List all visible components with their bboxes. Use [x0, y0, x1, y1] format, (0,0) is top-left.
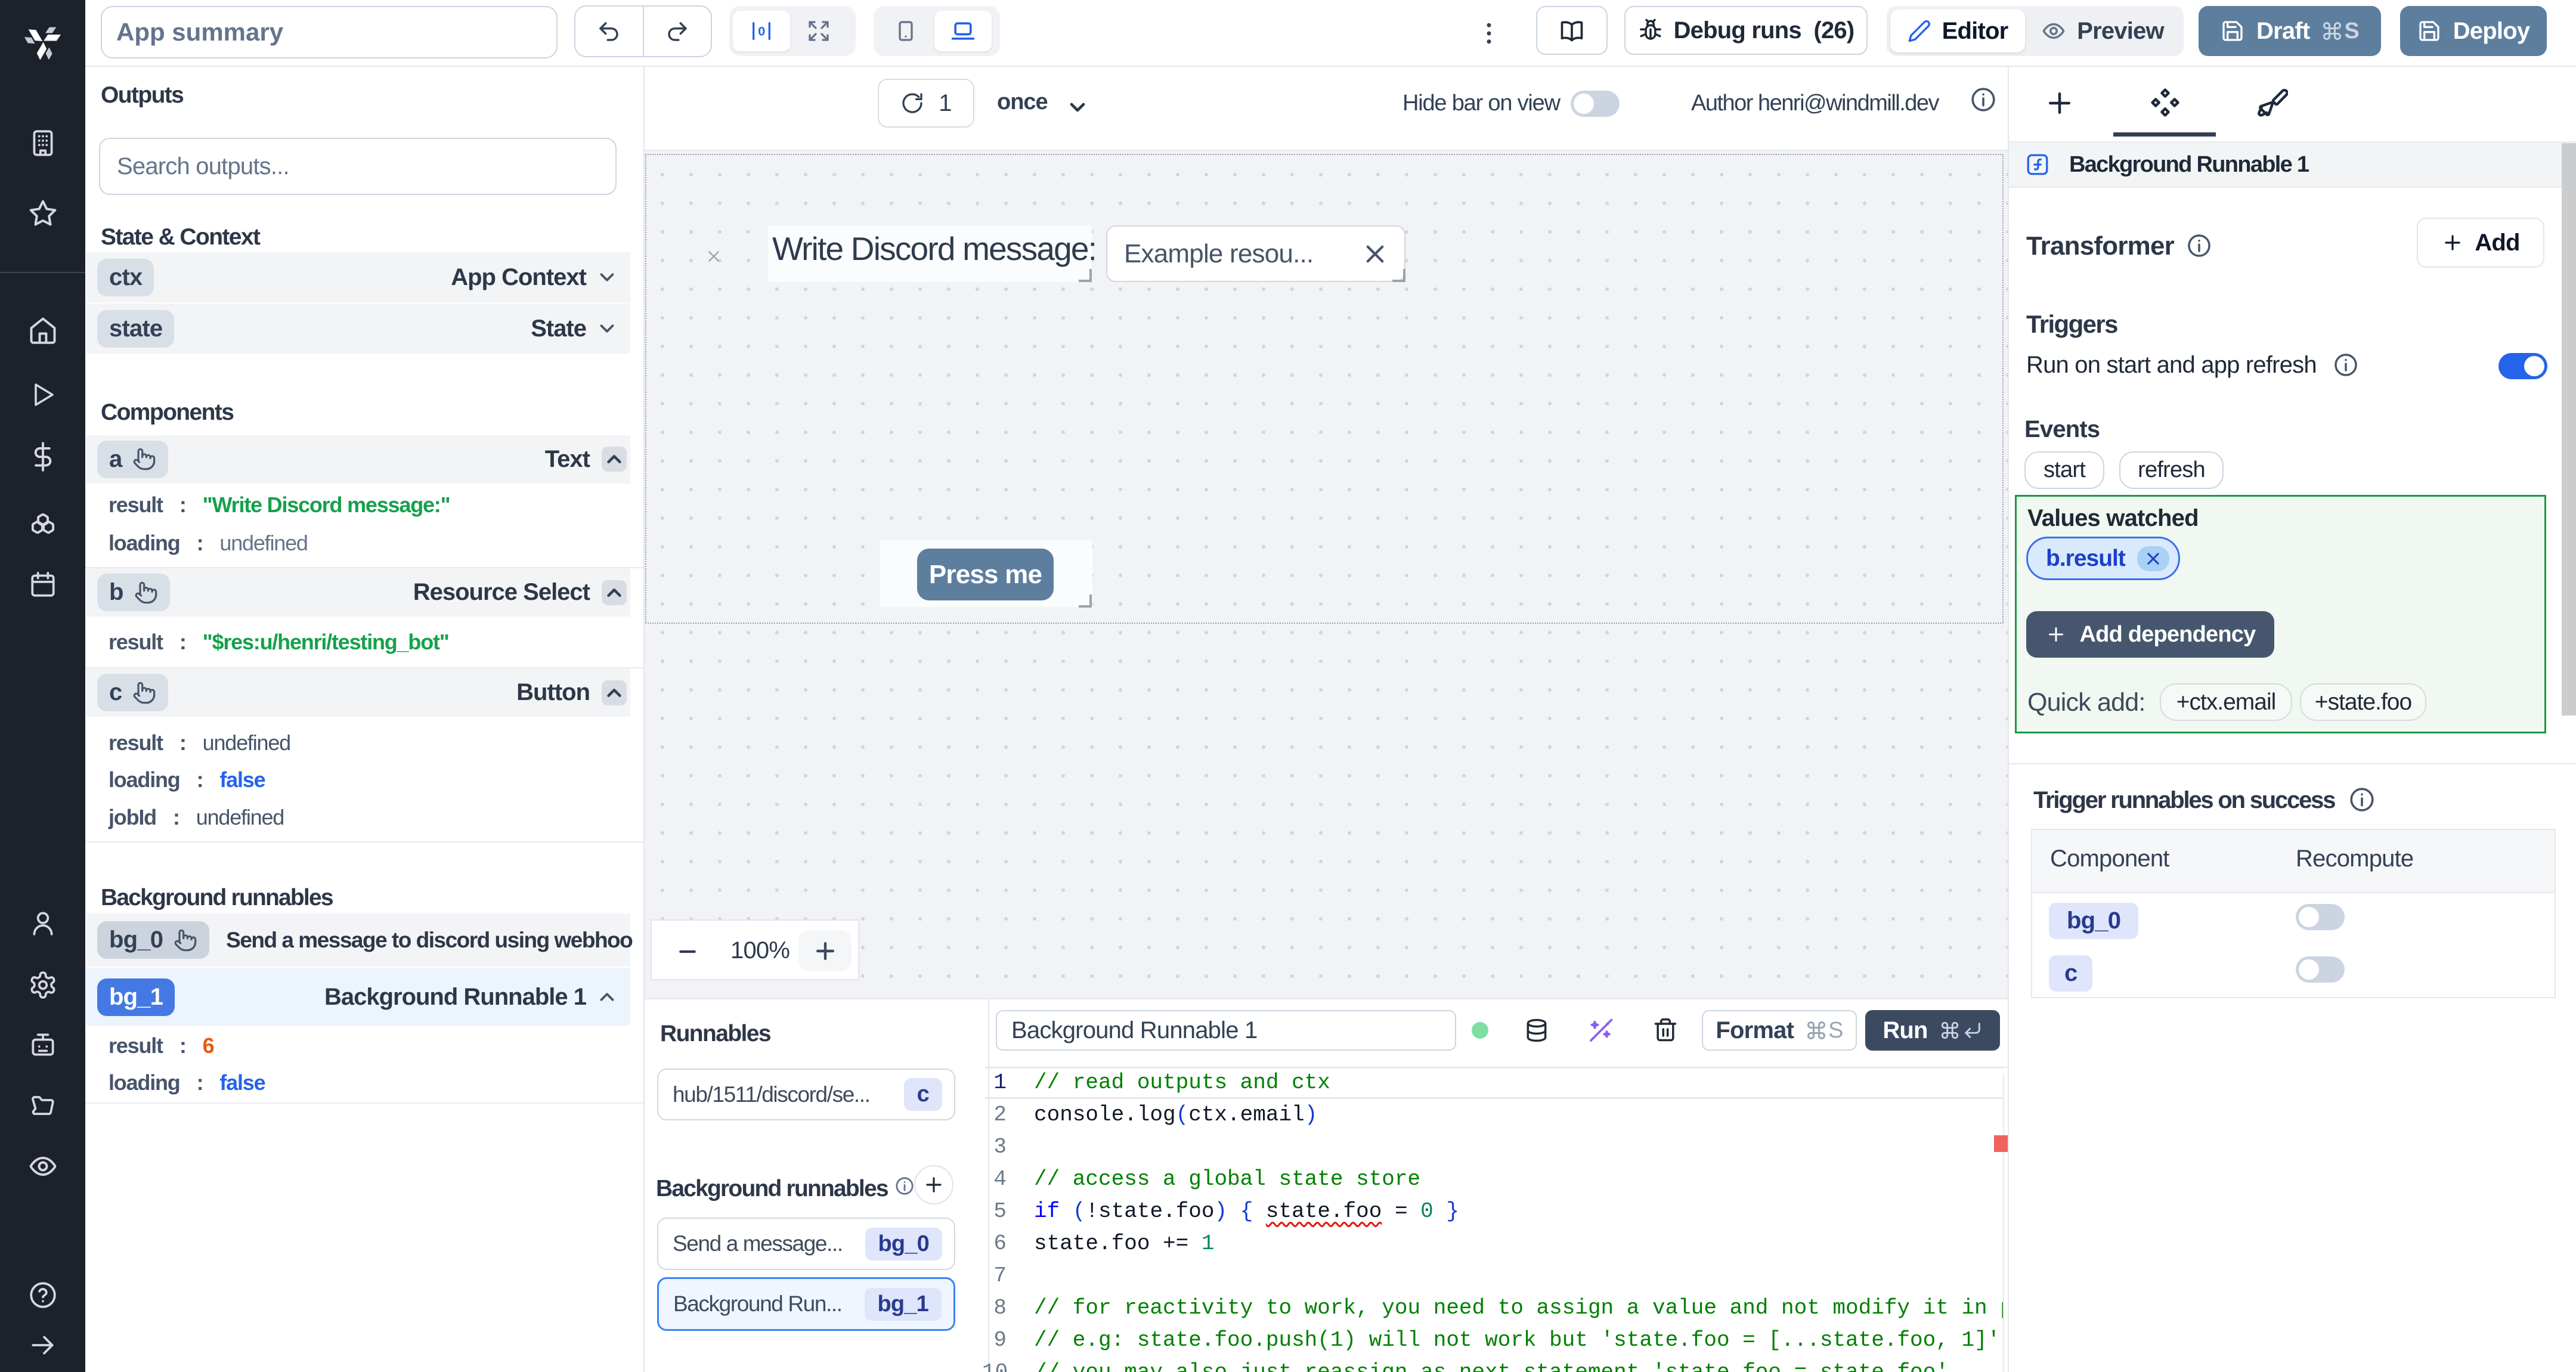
svg-text:0: 0 — [758, 24, 765, 39]
